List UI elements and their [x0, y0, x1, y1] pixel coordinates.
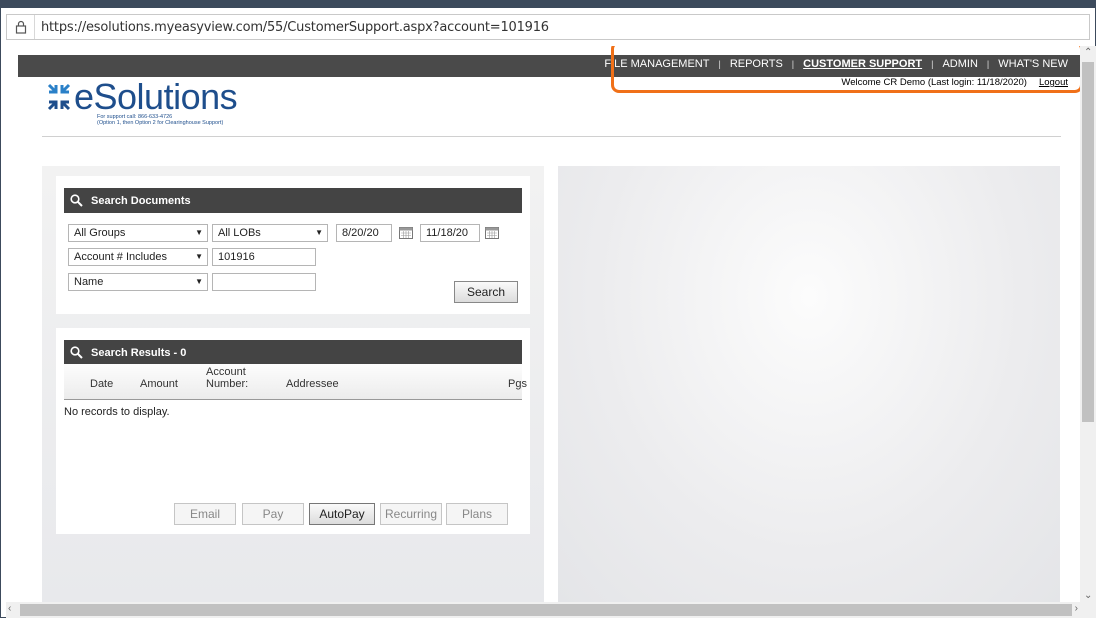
autopay-button[interactable]: AutoPay	[309, 503, 375, 525]
logout-link[interactable]: Logout	[1039, 77, 1068, 88]
vertical-scroll-thumb[interactable]	[1082, 62, 1094, 422]
main-nav: FILE MANAGEMENT | REPORTS | CUSTOMER SUP…	[604, 58, 1068, 70]
support-line-2: (Option 1, then Option 2 for Clearinghou…	[97, 120, 224, 126]
nav-separator: |	[791, 59, 795, 69]
address-bar[interactable]: https://esolutions.myeasyview.com/55/Cus…	[6, 14, 1090, 40]
search-icon	[70, 346, 83, 359]
col-amount[interactable]: Amount	[140, 378, 178, 390]
horizontal-scrollbar[interactable]: ‹ ›	[6, 602, 1096, 618]
lob-select-value: All LOBs	[218, 227, 261, 239]
date-to-value: 11/18/20	[426, 227, 469, 239]
results-table-header: Date Amount Account Number: Addressee Pg…	[64, 364, 527, 400]
chevron-down-icon: ▼	[195, 228, 203, 237]
page-viewport: FILE MANAGEMENT | REPORTS | CUSTOMER SUP…	[6, 46, 1080, 602]
scroll-down-icon[interactable]: ⌄	[1084, 590, 1092, 601]
chevron-down-icon: ▼	[195, 252, 203, 261]
search-field-select[interactable]: Account # Includes ▼	[68, 248, 208, 266]
horizontal-scroll-thumb[interactable]	[20, 604, 1072, 616]
search-documents-card: Search Documents All Groups ▼ All LOBs ▼…	[56, 176, 530, 314]
search-results-title: Search Results - 0	[91, 346, 187, 359]
email-button[interactable]: Email	[174, 503, 236, 525]
scroll-up-icon[interactable]: ⌃	[1084, 47, 1092, 58]
nav-file-management[interactable]: FILE MANAGEMENT	[604, 58, 709, 70]
name-input[interactable]	[212, 273, 316, 291]
vertical-scrollbar[interactable]: ⌃ ⌄	[1080, 46, 1096, 602]
scroll-left-icon[interactable]: ‹	[8, 603, 11, 614]
logo-wordmark: eSolutions	[74, 76, 238, 117]
support-info: For support call: 866-633-4726 (Option 1…	[97, 114, 223, 126]
plans-button[interactable]: Plans	[446, 503, 508, 525]
esolutions-logo: eSolutions For support call: 866-633-472…	[46, 76, 286, 136]
search-button[interactable]: Search	[454, 281, 518, 303]
date-from-value: 8/20/20	[342, 227, 379, 239]
nav-customer-support[interactable]: CUSTOMER SUPPORT	[803, 58, 922, 70]
account-number-input[interactable]: 101916	[212, 248, 316, 266]
search-field-select-value: Account # Includes	[74, 251, 167, 263]
nav-separator: |	[986, 59, 990, 69]
date-to-input[interactable]: 11/18/20	[420, 224, 480, 242]
right-panel	[558, 166, 1060, 602]
search-icon	[70, 194, 83, 207]
search-results-card: Search Results - 0 Date Amount Account N…	[56, 328, 530, 534]
search-documents-header: Search Documents	[64, 188, 522, 213]
search-field2-select[interactable]: Name ▼	[68, 273, 208, 291]
nav-whats-new[interactable]: WHAT'S NEW	[998, 58, 1068, 70]
search-field2-select-value: Name	[74, 276, 104, 288]
group-select-value: All Groups	[74, 227, 126, 239]
col-pgs[interactable]: Pgs	[508, 378, 527, 390]
chevron-down-icon: ▼	[315, 228, 323, 237]
chevron-down-icon: ▼	[195, 277, 203, 286]
lob-select[interactable]: All LOBs ▼	[212, 224, 328, 242]
header-divider	[42, 136, 1061, 137]
empty-message: No records to display.	[64, 406, 170, 418]
calendar-icon[interactable]	[399, 227, 413, 239]
nav-reports[interactable]: REPORTS	[730, 58, 783, 70]
nav-separator: |	[931, 59, 934, 69]
recurring-button[interactable]: Recurring	[380, 503, 442, 525]
nav-admin[interactable]: ADMIN	[942, 58, 977, 70]
col-account-line2: Number:	[206, 378, 249, 390]
welcome-line: Welcome CR Demo (Last login: 11/18/2020)…	[841, 77, 1068, 88]
date-from-input[interactable]: 8/20/20	[336, 224, 392, 242]
col-addressee[interactable]: Addressee	[286, 378, 339, 390]
nav-separator: |	[718, 59, 721, 69]
col-account-line1: Account	[206, 366, 246, 378]
group-select[interactable]: All Groups ▼	[68, 224, 208, 242]
url-text[interactable]: https://esolutions.myeasyview.com/55/Cus…	[35, 20, 549, 35]
col-account-number[interactable]: Account Number:	[206, 366, 248, 390]
search-documents-title: Search Documents	[91, 194, 191, 207]
col-date[interactable]: Date	[90, 378, 113, 390]
calendar-icon[interactable]	[485, 227, 499, 239]
scroll-right-icon[interactable]: ›	[1075, 603, 1078, 614]
search-results-header: Search Results - 0	[64, 340, 522, 365]
welcome-text: Welcome CR Demo (Last login: 11/18/2020)	[841, 77, 1027, 88]
pay-button[interactable]: Pay	[242, 503, 304, 525]
account-number-value: 101916	[218, 251, 255, 263]
logo-mark-icon	[47, 83, 71, 111]
lock-icon	[7, 15, 35, 39]
